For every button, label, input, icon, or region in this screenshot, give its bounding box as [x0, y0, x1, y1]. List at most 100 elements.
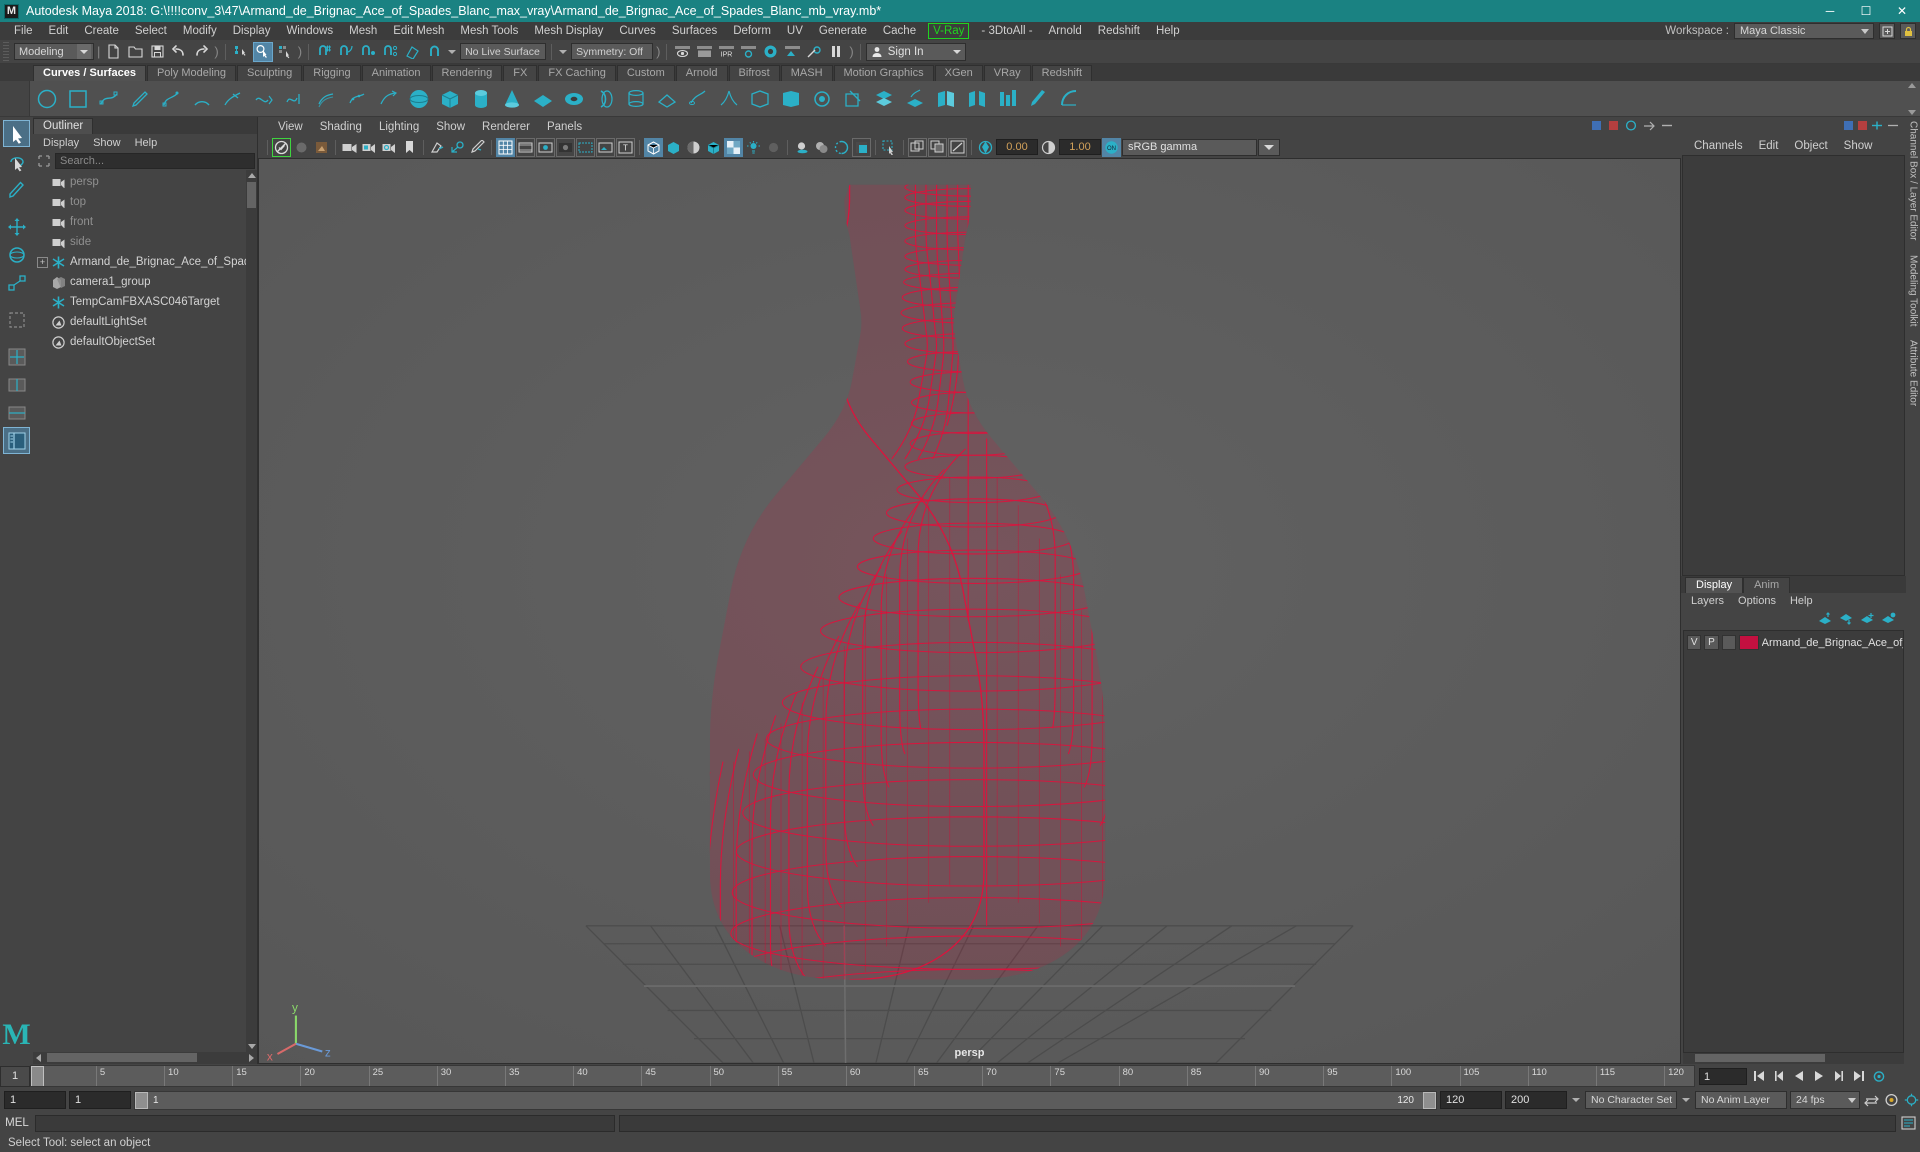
last-tool-used[interactable]	[3, 306, 30, 333]
animation-preferences-icon[interactable]	[1870, 1068, 1887, 1085]
playback-start-field[interactable]: 1	[69, 1091, 131, 1109]
shelf-tab-redshift[interactable]: Redshift	[1031, 65, 1093, 81]
torus-primitive-icon[interactable]	[560, 85, 587, 112]
shelf-scroll-arrows[interactable]	[1908, 83, 1918, 115]
gate-mask-icon[interactable]	[556, 137, 575, 157]
panel-arrow-icon[interactable]	[1643, 120, 1655, 134]
attach-curves-icon[interactable]	[250, 85, 277, 112]
shelf-tab-arnold[interactable]: Arnold	[675, 65, 728, 81]
shelf-tab-rigging[interactable]: Rigging	[303, 65, 361, 81]
menu-3dtoall[interactable]: - 3DtoAll -	[973, 22, 1040, 40]
menu-select[interactable]: Select	[127, 22, 175, 40]
outliner-item-tempcam-target[interactable]: TempCamFBXASC046Target	[33, 292, 257, 312]
search-filter-icon[interactable]	[35, 152, 52, 169]
viewport-menu-panels[interactable]: Panels	[539, 118, 590, 136]
outliner-tree[interactable]: persp top front side + Armand_de_Brignac…	[33, 170, 257, 1052]
image-plane-icon[interactable]	[428, 138, 447, 157]
two-d-pan-zoom-icon[interactable]	[448, 138, 467, 157]
move-layer-down-icon[interactable]	[1839, 612, 1854, 628]
exposure-value[interactable]: 0.00	[996, 139, 1038, 155]
perspective-viewport[interactable]: y z x persp	[258, 158, 1681, 1064]
outliner-menu-help[interactable]: Help	[129, 135, 164, 151]
color-profile-dropdown-arrow[interactable]	[1258, 138, 1280, 156]
move-tool[interactable]	[3, 213, 30, 240]
layer-list-horizontal-scrollbar[interactable]	[1683, 1053, 1904, 1064]
outliner-horizontal-scrollbar[interactable]	[33, 1052, 257, 1064]
shelf-tab-poly-modeling[interactable]: Poly Modeling	[146, 65, 237, 81]
channelbox-menu-channels[interactable]: Channels	[1687, 137, 1750, 155]
shelf-tab-sculpting[interactable]: Sculpting	[237, 65, 303, 81]
auto-keyframe-icon[interactable]	[1883, 1092, 1900, 1109]
symmetry-dropdown[interactable]	[557, 43, 569, 60]
shadows-icon[interactable]	[792, 138, 811, 157]
menu-curves[interactable]: Curves	[611, 22, 663, 40]
display-layer-list[interactable]: V P Armand_de_Brignac_Ace_of_Sp	[1683, 629, 1904, 1053]
xray-toggle-icon[interactable]	[724, 137, 743, 157]
snap-to-projected-center-button[interactable]	[380, 42, 400, 62]
cone-primitive-icon[interactable]	[498, 85, 525, 112]
menu-cache[interactable]: Cache	[875, 22, 924, 40]
wireframe-on-shaded-icon[interactable]	[704, 138, 723, 157]
snap-to-point-button[interactable]	[358, 42, 378, 62]
character-set-select[interactable]: No Character Set	[1585, 1091, 1677, 1109]
viewport-menu-view[interactable]: View	[270, 118, 311, 136]
outliner-item-armand-de-brignac[interactable]: + Armand_de_Brignac_Ace_of_Spades_B	[33, 252, 257, 272]
scrollbar-thumb[interactable]	[1695, 1054, 1825, 1062]
snap-to-curve-button[interactable]	[336, 42, 356, 62]
open-scene-button[interactable]	[125, 42, 145, 62]
range-end-field[interactable]: 200	[1505, 1091, 1567, 1109]
vertical-tab-channel-box[interactable]: Channel Box / Layer Editor	[1908, 121, 1919, 241]
text-overlay-icon[interactable]: T	[616, 137, 635, 157]
nurbs-square-icon[interactable]	[64, 85, 91, 112]
vertical-tab-attribute-editor[interactable]: Attribute Editor	[1908, 340, 1919, 406]
resolution-gate-icon[interactable]	[536, 137, 555, 157]
menu-mesh-tools[interactable]: Mesh Tools	[452, 22, 526, 40]
select-by-component-button[interactable]	[275, 42, 295, 62]
revolve-icon[interactable]	[591, 85, 618, 112]
grease-pencil-icon[interactable]	[468, 138, 487, 157]
snap-to-grid-button[interactable]	[314, 42, 334, 62]
shelf-tab-fx-caching[interactable]: FX Caching	[538, 65, 616, 81]
vertical-tab-modeling-toolkit[interactable]: Modeling Toolkit	[1908, 255, 1919, 327]
menu-help[interactable]: Help	[1148, 22, 1188, 40]
menu-vray[interactable]: V-Ray	[928, 23, 970, 39]
layer-menu-help[interactable]: Help	[1784, 593, 1819, 609]
planar-surface-icon[interactable]	[653, 85, 680, 112]
sculpt-geometry-icon[interactable]	[1025, 85, 1052, 112]
film-gate-icon[interactable]	[516, 137, 535, 157]
bookmark-orange-icon[interactable]	[312, 138, 331, 157]
nurbs-circle-icon[interactable]	[33, 85, 60, 112]
menu-windows[interactable]: Windows	[278, 22, 341, 40]
modeling-toolkit-toggle-icon[interactable]	[1871, 120, 1883, 134]
menu-deform[interactable]: Deform	[725, 22, 779, 40]
panel-red-icon[interactable]	[1608, 120, 1619, 134]
intersect-surfaces-icon[interactable]	[870, 85, 897, 112]
curve-edit-tool-icon[interactable]	[219, 85, 246, 112]
render-settings-button[interactable]	[738, 42, 758, 62]
outliner-item-top[interactable]: top	[33, 192, 257, 212]
shelf-tab-bifrost[interactable]: Bifrost	[728, 65, 780, 81]
pause-render-button[interactable]	[826, 42, 846, 62]
shelf-tab-curves-surfaces[interactable]: Curves / Surfaces	[33, 65, 146, 81]
menu-set-select[interactable]: Modeling	[14, 43, 94, 60]
command-input-field[interactable]	[35, 1114, 615, 1132]
bookmark-icon[interactable]	[400, 138, 419, 157]
viewport-menu-shading[interactable]: Shading	[312, 118, 370, 136]
menu-modify[interactable]: Modify	[175, 22, 225, 40]
layer-visibility-toggle[interactable]: V	[1687, 635, 1702, 650]
symmetry-field[interactable]: Symmetry: Off	[571, 43, 654, 60]
new-scene-button[interactable]	[103, 42, 123, 62]
outliner-menu-show[interactable]: Show	[87, 135, 127, 151]
time-cursor[interactable]	[31, 1066, 44, 1086]
layout-outliner-persp-button[interactable]	[3, 427, 30, 454]
outliner-item-front[interactable]: front	[33, 212, 257, 232]
menu-redshift[interactable]: Redshift	[1090, 22, 1148, 40]
layer-editor-tab-display[interactable]: Display	[1685, 576, 1744, 593]
save-scene-button[interactable]	[147, 42, 167, 62]
outliner-vertical-scrollbar[interactable]	[246, 170, 257, 1052]
lock-camera-icon[interactable]	[292, 138, 311, 157]
exposure-reset-icon[interactable]	[948, 137, 967, 157]
toolbar-gripper[interactable]	[3, 41, 9, 62]
cube-primitive-icon[interactable]	[436, 85, 463, 112]
offset-curve-icon[interactable]	[312, 85, 339, 112]
